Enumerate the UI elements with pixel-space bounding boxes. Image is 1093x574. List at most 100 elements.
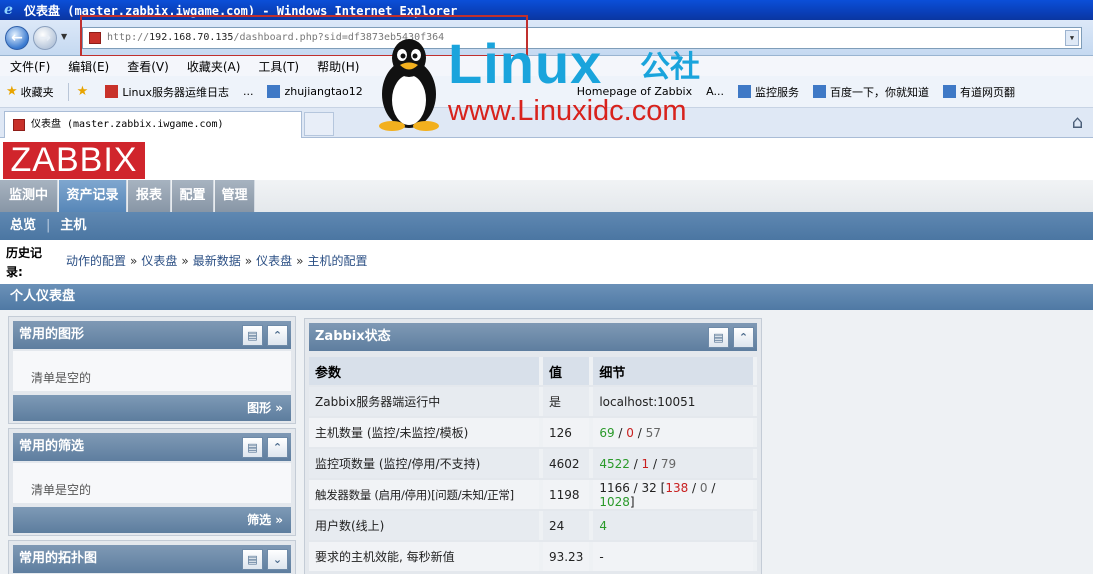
menu-icon[interactable]: ▤ [242, 325, 263, 346]
widget-title: Zabbix状态 [315, 329, 391, 344]
breadcrumb-separator: » [296, 254, 304, 268]
column-header: 值 [542, 357, 594, 385]
widget-favorite-maps: 常用的拓扑图 ▤ ⌄ [8, 540, 296, 574]
column-header: 细节 [593, 357, 757, 385]
favorite-link-1[interactable]: Linux服务器运维日志 [105, 84, 229, 100]
page-icon [267, 85, 281, 98]
empty-list-text: 清单是空的 [31, 371, 92, 385]
nav-administration[interactable]: 管理 [215, 180, 255, 212]
count-disabled: 1 [641, 456, 650, 471]
table-row: 用户数(线上) 24 4 [309, 511, 757, 540]
page-title: 个人仪表盘 [0, 284, 1093, 310]
favorite-link-2[interactable]: ... [243, 85, 254, 98]
detail-cell: - [593, 542, 757, 571]
menu-view[interactable]: 查看(V) [127, 58, 169, 75]
history-link[interactable]: 仪表盘 [256, 254, 292, 268]
nav-inventory[interactable]: 资产记录 [59, 180, 127, 212]
favorite-link-3[interactable]: zhujiangtao12 [267, 85, 363, 98]
favorite-link-4[interactable]: Homepage of Zabbix [577, 85, 692, 98]
tab-dashboard[interactable]: 仪表盘 (master.zabbix.iwgame.com) [4, 111, 302, 138]
url-dropdown-icon[interactable]: ▼ [1065, 30, 1079, 46]
menu-help[interactable]: 帮助(H) [317, 58, 359, 75]
subnav-hosts[interactable]: 主机 [60, 218, 86, 233]
subnav-overview[interactable]: 总览 [10, 218, 36, 233]
breadcrumb-separator: » [130, 254, 138, 268]
add-favorite-button[interactable]: ★ [77, 84, 92, 99]
table-row: 触发器数量 (启用/停用)[问题/未知/正常] 1198 1166 / 32 [… [309, 480, 757, 509]
widget-title: 常用的图形 [19, 327, 85, 342]
favorite-link-8[interactable]: 有道网页翻 [942, 84, 1015, 100]
param-cell: 主机数量 (监控/未监控/模板) [309, 418, 543, 447]
favorite-link-5[interactable]: A... [706, 85, 724, 98]
count-enabled-disabled: 1166 / 32 [599, 480, 657, 495]
back-arrow-icon[interactable]: ← [5, 26, 29, 50]
value-cell: 4602 [542, 449, 594, 478]
breadcrumb-separator: » [244, 254, 253, 268]
tab-bar: 仪表盘 (master.zabbix.iwgame.com) ⌂ [0, 108, 1093, 138]
menu-edit[interactable]: 编辑(E) [68, 58, 109, 75]
page-icon [942, 85, 956, 98]
menu-bar: 文件(F) 编辑(E) 查看(V) 收藏夹(A) 工具(T) 帮助(H) [0, 56, 1093, 76]
count-unmonitored: 0 [626, 425, 634, 440]
param-cell: 监控项数量 (监控/停用/不支持) [309, 449, 543, 478]
menu-favorites[interactable]: 收藏夹(A) [187, 58, 241, 75]
widget-favorite-filters: 常用的筛选 ▤ ⌃ 清单是空的 筛选 » [8, 428, 296, 536]
graphs-link[interactable]: 图形 » [13, 395, 291, 421]
history-link[interactable]: 最新数据 [193, 254, 241, 268]
favorites-button[interactable]: ★ 收藏夹 [6, 84, 54, 100]
detail-cell: 1166 / 32 [138 / 0 / 1028] [593, 480, 757, 509]
widget-header: 常用的图形 ▤ ⌃ [13, 321, 291, 349]
table-row: 主机数量 (监控/未监控/模板) 126 69 / 0 / 57 [309, 418, 757, 447]
count-monitored: 4522 [599, 456, 630, 471]
menu-icon[interactable]: ▤ [242, 437, 263, 458]
new-tab-button[interactable] [304, 112, 334, 136]
collapse-icon[interactable]: ⌃ [267, 437, 288, 458]
value-cell: 1198 [542, 480, 594, 509]
favorites-bar: ★ 收藏夹 ★ Linux服务器运维日志 ... zhujiangtao12 Ho… [0, 76, 1093, 108]
widget-title: 常用的筛选 [19, 439, 85, 454]
history-link[interactable]: 仪表盘 [141, 254, 177, 268]
forward-arrow-icon[interactable]: → [33, 26, 57, 50]
menu-icon[interactable]: ▤ [242, 549, 263, 570]
widget-header: 常用的拓扑图 ▤ ⌄ [13, 545, 291, 573]
expand-icon[interactable]: ⌄ [267, 549, 288, 570]
widget-header: Zabbix状态 ▤ ⌃ [309, 323, 757, 351]
home-icon[interactable]: ⌂ [1072, 112, 1083, 133]
param-cell: Zabbix服务器端运行中 [309, 387, 543, 416]
column-header: 参数 [309, 357, 543, 385]
table-header-row: 参数 值 细节 [309, 357, 757, 385]
table-row: 要求的主机效能, 每秒新值 93.23 - [309, 542, 757, 571]
history-link[interactable]: 动作的配置 [66, 254, 126, 268]
main-nav: 监测中 资产记录 报表 配置 管理 [0, 180, 1093, 212]
menu-file[interactable]: 文件(F) [10, 58, 50, 75]
collapse-icon[interactable]: ⌃ [267, 325, 288, 346]
detail-cell: 69 / 0 / 57 [593, 418, 757, 447]
menu-tools[interactable]: 工具(T) [258, 58, 299, 75]
favorite-link-6[interactable]: 监控服务 [737, 84, 799, 100]
history-dropdown-icon[interactable]: ▼ [61, 32, 67, 41]
count-problem: 138 [665, 480, 689, 495]
count-unknown: 0 [699, 480, 708, 495]
history-link[interactable]: 主机的配置 [307, 254, 367, 268]
table-row: Zabbix服务器端运行中 是 localhost:10051 [309, 387, 757, 416]
collapse-icon[interactable]: ⌃ [733, 327, 754, 348]
detail-cell: 4 [593, 511, 757, 540]
favorite-link-7[interactable]: 百度一下，你就知道 [812, 84, 929, 100]
highlight-box [80, 15, 528, 57]
nav-monitoring[interactable]: 监测中 [0, 180, 58, 212]
widget-title: 常用的拓扑图 [19, 551, 98, 566]
history-label: 历史记录: [6, 246, 43, 279]
menu-icon[interactable]: ▤ [708, 327, 729, 348]
value-cell: 93.23 [542, 542, 594, 571]
zabbix-logo[interactable]: ZABBIX [3, 142, 145, 179]
param-cell: 要求的主机效能, 每秒新值 [309, 542, 543, 571]
status-table: 参数 值 细节 Zabbix服务器端运行中 是 localhost:10051 … [309, 355, 757, 573]
sub-nav: 总览 | 主机 [0, 212, 1093, 240]
dashboard-content: 常用的图形 ▤ ⌃ 清单是空的 图形 » 常用的筛选 ▤ ⌃ 清单是空的 筛选 … [0, 310, 1093, 574]
nav-configuration[interactable]: 配置 [172, 180, 214, 212]
count-monitored: 69 [599, 425, 615, 440]
filters-link[interactable]: 筛选 » [13, 507, 291, 533]
widget-header: 常用的筛选 ▤ ⌃ [13, 433, 291, 461]
value-cell: 24 [542, 511, 594, 540]
nav-reports[interactable]: 报表 [128, 180, 171, 212]
